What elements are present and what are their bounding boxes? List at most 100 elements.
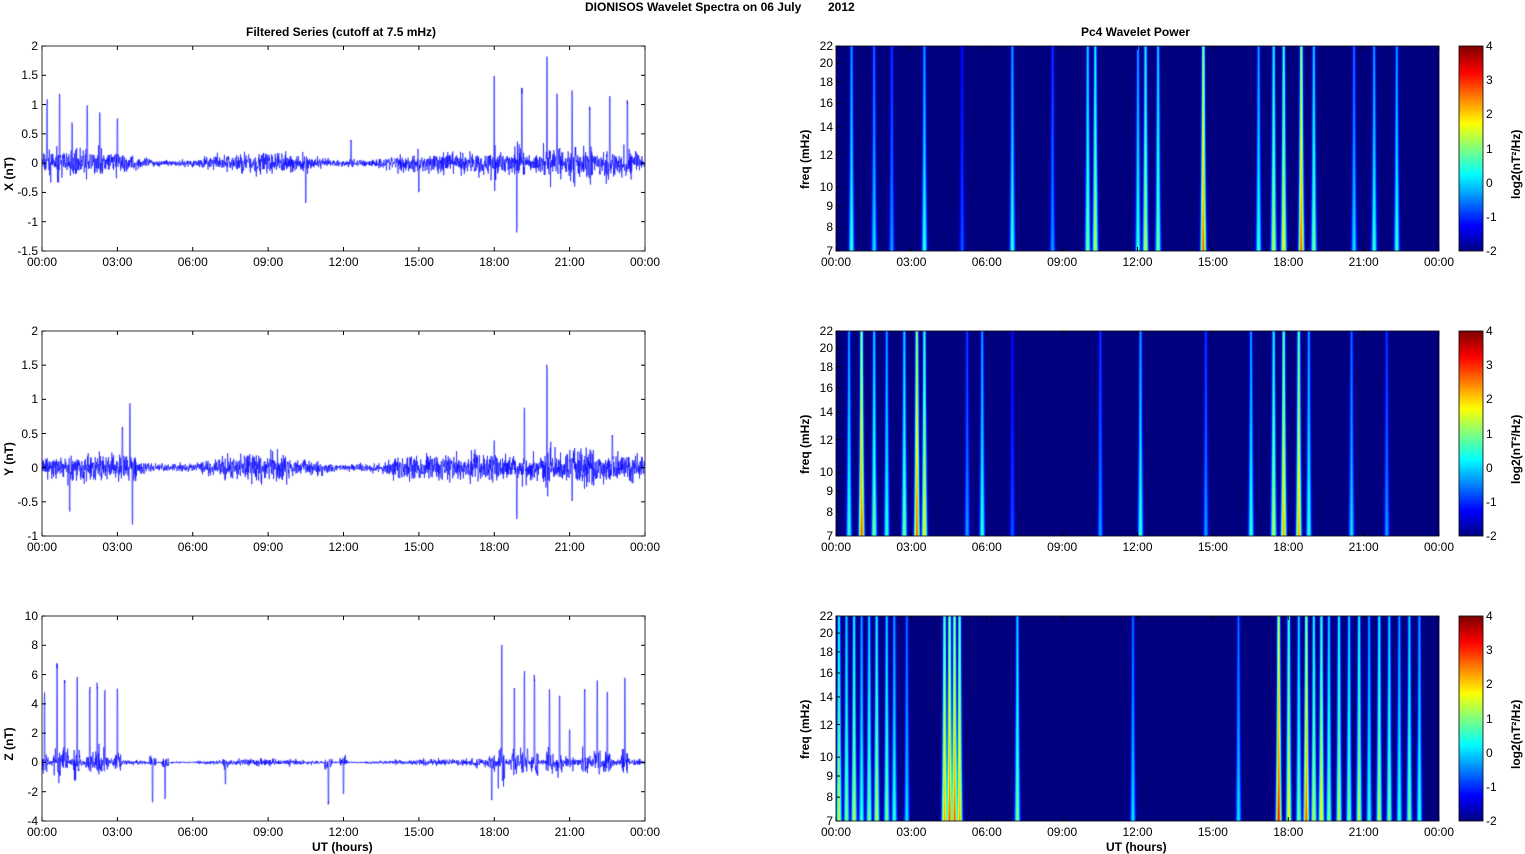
y-tick-label: 0 [31,755,38,770]
freq-axis-label: freq (mHz) [798,129,812,189]
colorbar-label: log2(nT²/Hz) [1509,414,1523,484]
y-tick-label: 0.5 [21,426,38,441]
colorbar-tick-label: -1 [1486,209,1497,224]
x-tick-label: 15:00 [403,255,434,269]
y-tick-label: 1.5 [21,68,38,83]
x-tick-label: 00:00 [629,255,661,269]
colorbar-tick-label: -2 [1486,529,1497,543]
y-axis-label: Z (nT) [2,726,16,761]
x-tick-label: 18:00 [1273,255,1304,269]
y-tick-label: 0.5 [21,126,38,141]
y-tick-label: -2 [27,784,38,799]
freq-tick-label: 20 [819,341,833,356]
freq-tick-label: 14 [819,404,833,419]
x-tick-label: 21:00 [1348,825,1379,839]
right-axes-frame [835,615,1440,822]
figure-year: 2012 [828,0,855,14]
right-xlabel: UT (hours) [1106,840,1167,854]
x-tick-label: 12:00 [1122,540,1153,554]
colorbar-tick-label: 0 [1486,745,1493,760]
x-tick-label: 06:00 [177,540,208,554]
freq-tick-label: 12 [819,432,833,447]
x-tick-label: 06:00 [971,540,1002,554]
x-tick-label: 00:00 [26,825,58,839]
x-tick-label: 03:00 [896,540,927,554]
x-tick-label: 06:00 [177,825,208,839]
figure-title: DIONISOS Wavelet Spectra on 06 July [585,0,802,14]
y-tick-label: 10 [24,609,38,623]
x-tick-label: 18:00 [479,255,510,269]
y-axis-label: Y (nT) [2,441,16,476]
freq-axis-label: freq (mHz) [798,699,812,759]
x-tick-label: 18:00 [1273,825,1304,839]
y-tick-label: 1.5 [21,358,38,373]
x-tick-label: 00:00 [820,825,852,839]
colorbar-tick-label: -2 [1486,814,1497,828]
axes-layer [41,45,1484,822]
x-tick-label: 21:00 [1348,255,1379,269]
colorbar-tick-label: 0 [1486,175,1493,190]
freq-tick-label: 9 [826,769,833,783]
left-axes-frame [41,45,646,252]
colorbar-tick-label: 3 [1486,358,1493,373]
x-tick-label: 00:00 [26,255,58,269]
freq-tick-label: 10 [819,180,833,195]
freq-tick-label: 9 [826,484,833,498]
x-tick-label: 12:00 [328,825,359,839]
left-axes-frame [41,615,646,822]
y-tick-label: 1 [31,97,38,112]
y-tick-label: 0 [31,460,38,475]
x-tick-label: 09:00 [253,540,284,554]
freq-tick-label: 22 [819,324,833,338]
y-tick-label: -0.5 [17,494,38,509]
right-axes-frame [835,330,1440,537]
x-tick-label: 06:00 [971,255,1002,269]
right-axes-frame [835,45,1440,252]
figure: DIONISOS Wavelet Spectra on 06 July 2012… [0,0,1525,854]
x-tick-label: 18:00 [479,540,510,554]
y-tick-label: 6 [31,667,38,682]
colorbar-tick-label: -1 [1486,779,1497,794]
y-tick-label: 2 [31,726,38,741]
x-tick-label: 15:00 [1197,825,1228,839]
colorbar-tick-label: 0 [1486,460,1493,475]
y-tick-label: 8 [31,638,38,653]
colorbar-label: log2(nT²/Hz) [1509,699,1523,769]
x-tick-label: 09:00 [1047,540,1078,554]
freq-axis-label: freq (mHz) [798,414,812,474]
x-tick-label: 00:00 [820,255,852,269]
freq-tick-label: 16 [819,381,833,395]
x-tick-label: 12:00 [328,540,359,554]
freq-tick-label: 16 [819,666,833,680]
x-tick-label: 03:00 [102,255,133,269]
freq-tick-label: 16 [819,96,833,110]
freq-tick-label: 8 [826,505,833,520]
left-xlabel: UT (hours) [312,840,373,854]
x-tick-label: 21:00 [554,255,585,269]
colorbar-tick-label: -1 [1486,494,1497,509]
colorbar [1458,330,1484,537]
left-title: Filtered Series (cutoff at 7.5 mHz) [246,25,437,39]
freq-tick-label: 8 [826,220,833,235]
x-tick-label: 15:00 [1197,540,1228,554]
x-tick-label: 12:00 [1122,825,1153,839]
x-tick-label: 15:00 [1197,255,1228,269]
x-tick-label: 09:00 [1047,255,1078,269]
right-title: Pc4 Wavelet Power [1081,25,1190,39]
freq-tick-label: 22 [819,609,833,623]
x-tick-label: 21:00 [554,825,585,839]
left-axes-frame [41,330,646,537]
x-tick-label: 00:00 [629,825,661,839]
colorbar-tick-label: -2 [1486,244,1497,258]
x-tick-label: 03:00 [102,825,133,839]
x-tick-label: 21:00 [1348,540,1379,554]
colorbar-tick-label: 4 [1486,39,1493,53]
y-tick-label: 0 [31,156,38,171]
freq-tick-label: 18 [819,644,833,659]
colorbar-label: log2(nT²/Hz) [1509,129,1523,199]
x-tick-label: 21:00 [554,540,585,554]
x-tick-label: 09:00 [253,255,284,269]
y-tick-label: 2 [31,39,38,53]
x-tick-label: 00:00 [1423,255,1455,269]
x-tick-label: 03:00 [896,825,927,839]
